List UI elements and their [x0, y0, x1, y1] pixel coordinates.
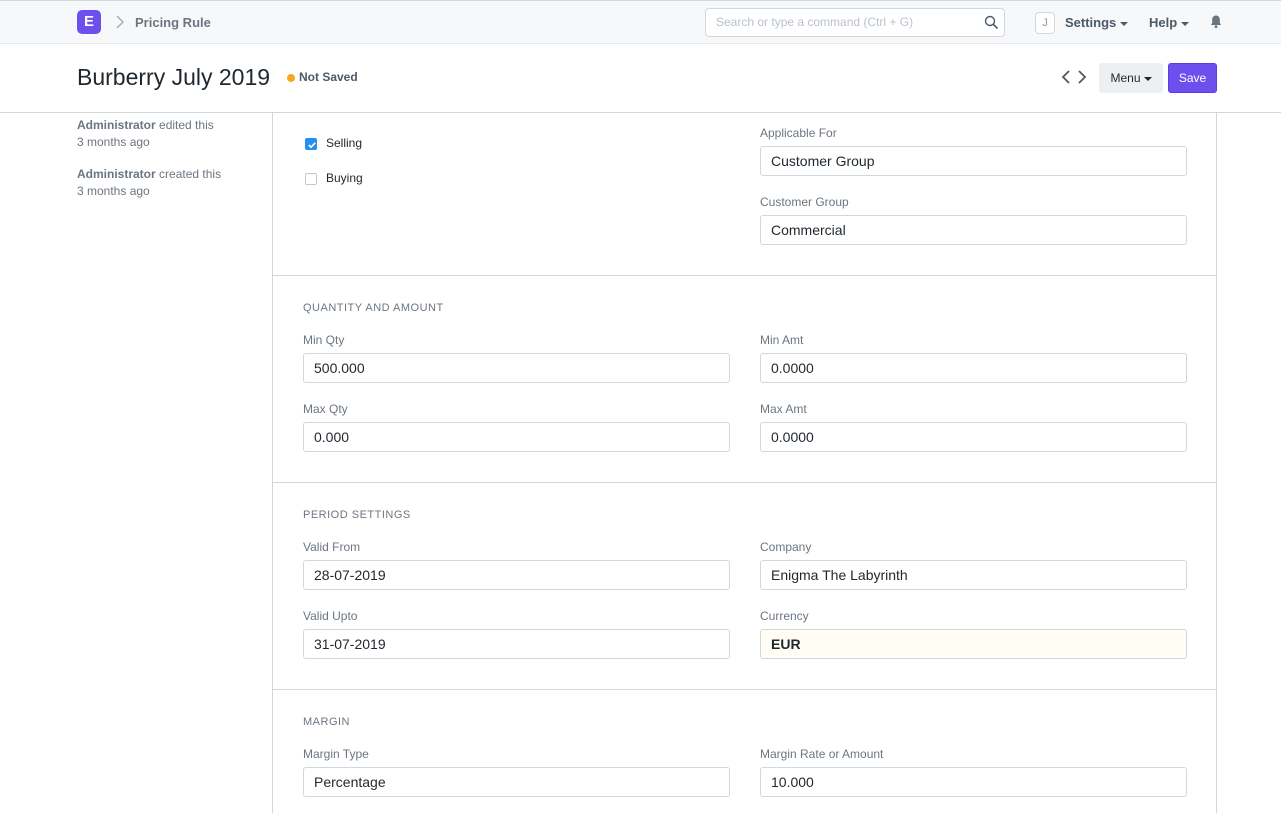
save-button[interactable]: Save — [1168, 63, 1217, 93]
max-amt-label: Max Amt — [760, 402, 807, 416]
timeline-time: 3 months ago — [77, 135, 150, 149]
section-divider — [273, 689, 1216, 690]
caret-down-icon — [1143, 76, 1152, 81]
pricing-rule-form: Selling Buying Applicable For Customer G… — [272, 113, 1217, 813]
applicable-for-label: Applicable For — [760, 126, 837, 140]
margin-rate-field[interactable] — [760, 767, 1187, 797]
buying-label: Buying — [326, 171, 363, 185]
menu-button-label: Menu — [1110, 71, 1141, 85]
app-logo[interactable]: E — [77, 10, 101, 34]
caret-down-icon — [1181, 21, 1190, 26]
section-heading-period: PERIOD SETTINGS — [303, 509, 411, 521]
settings-label: Settings — [1065, 15, 1117, 30]
customer-group-label: Customer Group — [760, 195, 849, 209]
applicable-for-field[interactable] — [760, 146, 1187, 176]
selling-checkbox[interactable] — [305, 138, 317, 150]
page-title: Burberry July 2019 — [77, 64, 271, 90]
min-amt-field[interactable] — [760, 353, 1187, 383]
timeline-user[interactable]: Administrator — [77, 118, 156, 132]
timeline-item: Administrator created this 3 months ago — [77, 166, 267, 200]
bell-icon[interactable] — [1209, 14, 1223, 29]
timeline-action: edited this — [159, 118, 214, 132]
search-icon[interactable] — [984, 15, 999, 30]
section-heading-quantity: QUANTITY AND AMOUNT — [303, 302, 444, 314]
status-badge: Not Saved — [299, 70, 358, 84]
max-amt-field[interactable] — [760, 422, 1187, 452]
valid-upto-field[interactable] — [303, 629, 730, 659]
customer-group-field[interactable] — [760, 215, 1187, 245]
timeline-user[interactable]: Administrator — [77, 167, 156, 181]
min-qty-field[interactable] — [303, 353, 730, 383]
margin-rate-label: Margin Rate or Amount — [760, 747, 884, 761]
chevron-right-icon — [116, 15, 125, 29]
check-icon — [308, 142, 316, 149]
max-qty-field[interactable] — [303, 422, 730, 452]
selling-label: Selling — [326, 136, 363, 150]
section-divider — [273, 275, 1216, 276]
avatar[interactable]: J — [1035, 12, 1055, 34]
section-divider — [273, 482, 1216, 483]
settings-menu[interactable]: Settings — [1065, 15, 1129, 30]
help-menu[interactable]: Help — [1149, 15, 1190, 30]
valid-from-field[interactable] — [303, 560, 730, 590]
page-header: Burberry July 2019 Not Saved Menu Save — [0, 44, 1281, 113]
valid-upto-label: Valid Upto — [303, 609, 358, 623]
margin-type-field[interactable] — [303, 767, 730, 797]
timeline-item: Administrator edited this 3 months ago — [77, 117, 267, 151]
section-heading-margin: MARGIN — [303, 716, 350, 728]
company-field[interactable] — [760, 560, 1187, 590]
timeline-time: 3 months ago — [77, 184, 150, 198]
margin-type-label: Margin Type — [303, 747, 369, 761]
min-qty-label: Min Qty — [303, 333, 345, 347]
menu-button[interactable]: Menu — [1099, 63, 1163, 93]
currency-label: Currency — [760, 609, 809, 623]
navbar: E Pricing Rule J Settings Help — [0, 0, 1281, 44]
company-label: Company — [760, 540, 812, 554]
timeline-action: created this — [159, 167, 222, 181]
status-indicator-dot — [287, 74, 295, 82]
help-label: Help — [1149, 15, 1178, 30]
valid-from-label: Valid From — [303, 540, 361, 554]
chevron-right-icon[interactable] — [1076, 69, 1088, 85]
max-qty-label: Max Qty — [303, 402, 348, 416]
search-input[interactable] — [716, 15, 976, 29]
breadcrumb-pricing-rule[interactable]: Pricing Rule — [135, 15, 211, 30]
buying-checkbox[interactable] — [305, 173, 317, 185]
search-bar[interactable] — [705, 8, 1005, 37]
currency-field[interactable] — [760, 629, 1187, 659]
caret-down-icon — [1120, 21, 1129, 26]
chevron-left-icon[interactable] — [1060, 69, 1072, 85]
min-amt-label: Min Amt — [760, 333, 804, 347]
